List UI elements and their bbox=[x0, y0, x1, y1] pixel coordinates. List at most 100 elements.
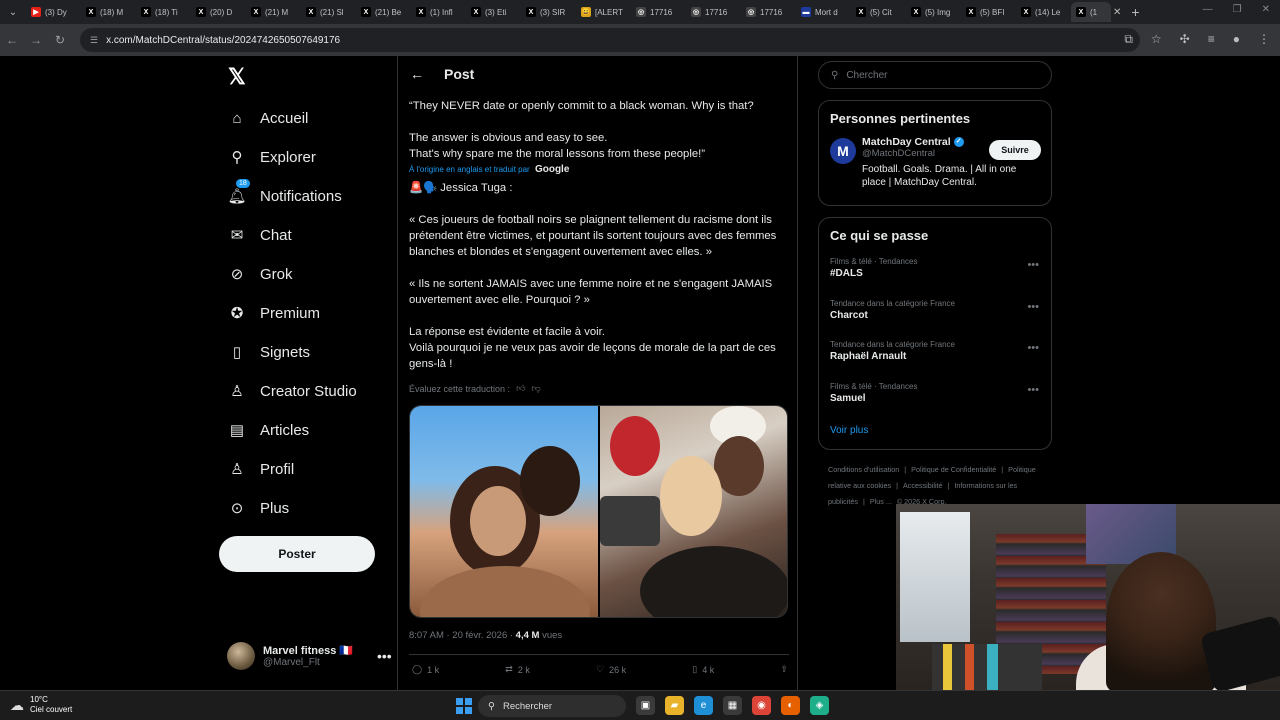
media-icon[interactable]: ≡ bbox=[1208, 32, 1215, 47]
post-button[interactable]: Poster bbox=[219, 536, 375, 572]
like-button[interactable]: ♡ 26 k bbox=[596, 664, 626, 675]
app-icon[interactable]: ◈ bbox=[810, 696, 829, 715]
photo-left[interactable] bbox=[410, 406, 598, 617]
browser-tab[interactable]: X (21) M bbox=[246, 2, 301, 22]
browser-tab[interactable]: 😀 [ALERT bbox=[576, 2, 631, 22]
windows-start-icon[interactable] bbox=[456, 698, 472, 714]
more-options-icon[interactable]: ••• bbox=[1027, 384, 1039, 396]
cast-icon[interactable]: ⧉ bbox=[1124, 32, 1133, 47]
forward-icon[interactable]: → bbox=[24, 33, 48, 47]
nav-item-signets[interactable]: ▯ Signets bbox=[228, 340, 310, 364]
browser-tab[interactable]: ◎ 17716 bbox=[631, 2, 686, 22]
taskbar-search[interactable]: ⚲ Rechercher bbox=[478, 695, 626, 717]
favicon-icon: X bbox=[966, 7, 976, 17]
nav-item-creator-studio[interactable]: ♙ Creator Studio bbox=[228, 379, 356, 403]
chrome-icon[interactable]: ◉ bbox=[752, 696, 771, 715]
task-view-icon[interactable]: ▣ bbox=[636, 696, 655, 715]
reload-icon[interactable]: ↻ bbox=[48, 33, 72, 47]
account-switcher[interactable]: Marvel fitness 🇫🇷 @Marvel_Flt ••• bbox=[227, 642, 392, 670]
share-button[interactable]: ⇪ bbox=[780, 664, 788, 675]
nav-label: Accueil bbox=[260, 109, 309, 127]
browser-tab[interactable]: X (5) Cit bbox=[851, 2, 906, 22]
thumbs-down-icon[interactable]: 👎︎ bbox=[531, 383, 540, 394]
browser-tab[interactable]: ◎ 17716 bbox=[741, 2, 796, 22]
trend-name: Charcot bbox=[830, 309, 868, 321]
browser-menu-icon[interactable]: ⋮ bbox=[1258, 32, 1270, 47]
bookmark-button[interactable]: ▯ 4 k bbox=[692, 664, 714, 675]
extensions-icon[interactable]: ✣ bbox=[1180, 32, 1190, 47]
minimize-icon[interactable]: — bbox=[1203, 4, 1213, 15]
photo-right[interactable] bbox=[599, 406, 787, 617]
nav-item-profil[interactable]: ♙ Profil bbox=[228, 457, 294, 481]
browser-tab[interactable]: X (3) SIR bbox=[521, 2, 576, 22]
nav-item-plus[interactable]: ⊙ Plus bbox=[228, 496, 289, 520]
trend-item[interactable]: Tendance dans la catégorie France Charcot… bbox=[819, 297, 1051, 339]
footer-link[interactable]: Accessibilité bbox=[903, 481, 943, 490]
browser-tab[interactable]: X (21) Sl bbox=[301, 2, 356, 22]
favicon-icon: ◎ bbox=[691, 7, 701, 17]
more-options-icon[interactable]: ••• bbox=[1027, 342, 1039, 354]
nav-item-explorer[interactable]: ⚲ Explorer bbox=[228, 145, 316, 169]
browser-tab[interactable]: X (3) Eti bbox=[466, 2, 521, 22]
more-options-icon[interactable]: ••• bbox=[1027, 301, 1039, 313]
browser-tab[interactable]: ◎ 17716 bbox=[686, 2, 741, 22]
repost-button[interactable]: ⇄ 2 k bbox=[505, 664, 530, 675]
weather-widget[interactable]: ☁ 10°C Ciel couvert bbox=[10, 695, 72, 715]
browser-tab[interactable]: ▶ (3) Dy bbox=[26, 2, 81, 22]
footer-link[interactable]: Plus ... bbox=[870, 497, 892, 506]
see-more-link[interactable]: Voir plus bbox=[819, 421, 1051, 436]
firefox-icon[interactable]: ◐ bbox=[781, 696, 800, 715]
x-logo-icon[interactable]: 𝕏 bbox=[228, 64, 246, 90]
tab-label: 17716 bbox=[705, 7, 728, 17]
footer-link[interactable]: Politique de Confidentialité bbox=[911, 465, 996, 474]
french-paragraph-3b: Voilà pourquoi je ne veux pas avoir de l… bbox=[409, 342, 776, 370]
follow-button[interactable]: Suivre bbox=[989, 140, 1041, 160]
thumbs-up-icon[interactable]: 👍︎ bbox=[516, 383, 525, 394]
site-info-icon[interactable]: ☰ bbox=[90, 35, 98, 46]
trend-item[interactable]: Films & télé · Tendances #DALS ••• bbox=[819, 255, 1051, 297]
file-explorer-icon[interactable]: ▰ bbox=[665, 696, 684, 715]
trend-item[interactable]: Films & télé · Tendances Samuel ••• bbox=[819, 380, 1051, 422]
trend-item[interactable]: Tendance dans la catégorie France Raphaël… bbox=[819, 338, 1051, 380]
bookmark-icon: ▯ bbox=[692, 664, 698, 674]
more-options-icon[interactable]: ••• bbox=[1027, 259, 1039, 271]
repost-icon: ⇄ bbox=[505, 664, 513, 674]
nav-item-articles[interactable]: ▤ Articles bbox=[228, 418, 309, 442]
url-field[interactable]: ☰ x.com/MatchDCentral/status/20247426505… bbox=[80, 28, 1140, 52]
profile-icon[interactable]: ● bbox=[1233, 32, 1240, 47]
back-icon[interactable]: ← bbox=[0, 33, 24, 47]
back-arrow-icon[interactable]: ← bbox=[410, 66, 424, 82]
nav-item-premium[interactable]: ✪ Premium bbox=[228, 301, 320, 325]
post-media[interactable] bbox=[409, 405, 788, 618]
relevant-account[interactable]: M MatchDay Central ✓ @MatchDCentral Footb… bbox=[819, 126, 1051, 199]
browser-tab[interactable]: ▬ Mort d bbox=[796, 2, 851, 22]
new-tab-button[interactable]: + bbox=[1131, 4, 1139, 20]
close-window-icon[interactable]: ✕ bbox=[1262, 4, 1270, 15]
reply-button[interactable]: ◯ 1 k bbox=[412, 664, 439, 675]
browser-tab[interactable]: X (21) Be bbox=[356, 2, 411, 22]
browser-tab[interactable]: X (20) D bbox=[191, 2, 246, 22]
more-options-icon[interactable]: ••• bbox=[377, 648, 392, 664]
browser-tab[interactable]: X (18) Ti bbox=[136, 2, 191, 22]
english-text: “They NEVER date or openly commit to a b… bbox=[409, 98, 794, 162]
tab-active[interactable]: X (1 bbox=[1071, 2, 1111, 22]
nav-item-grok[interactable]: ⊘ Grok bbox=[228, 262, 293, 286]
edge-icon[interactable]: e bbox=[694, 696, 713, 715]
nav-item-notifications[interactable]: 🔔︎ 18 Notifications bbox=[227, 179, 342, 208]
footer-link[interactable]: Conditions d'utilisation bbox=[828, 465, 899, 474]
store-icon[interactable]: ▦ bbox=[723, 696, 742, 715]
browser-tab[interactable]: X (5) BFI bbox=[961, 2, 1016, 22]
webcam-overlay bbox=[896, 504, 1280, 690]
nav-item-chat[interactable]: ✉ Chat bbox=[228, 223, 292, 247]
translation-note[interactable]: À l'origine en anglais et traduit par Go… bbox=[409, 164, 569, 175]
nav-item-accueil[interactable]: ⌂ Accueil bbox=[228, 106, 308, 130]
browser-tab[interactable]: X (14) Le bbox=[1016, 2, 1071, 22]
browser-tab[interactable]: X (1) Infl bbox=[411, 2, 466, 22]
maximize-icon[interactable]: ❐ bbox=[1233, 4, 1242, 15]
browser-tab[interactable]: X (5) Img bbox=[906, 2, 961, 22]
search-input[interactable]: ⚲ Chercher bbox=[818, 61, 1052, 89]
bookmark-star-icon[interactable]: ☆ bbox=[1151, 32, 1162, 47]
browser-tab[interactable]: X (18) M bbox=[81, 2, 136, 22]
tab-close-icon[interactable]: ✕ bbox=[1113, 7, 1121, 18]
tab-search-button[interactable]: ⌄ bbox=[0, 0, 26, 24]
